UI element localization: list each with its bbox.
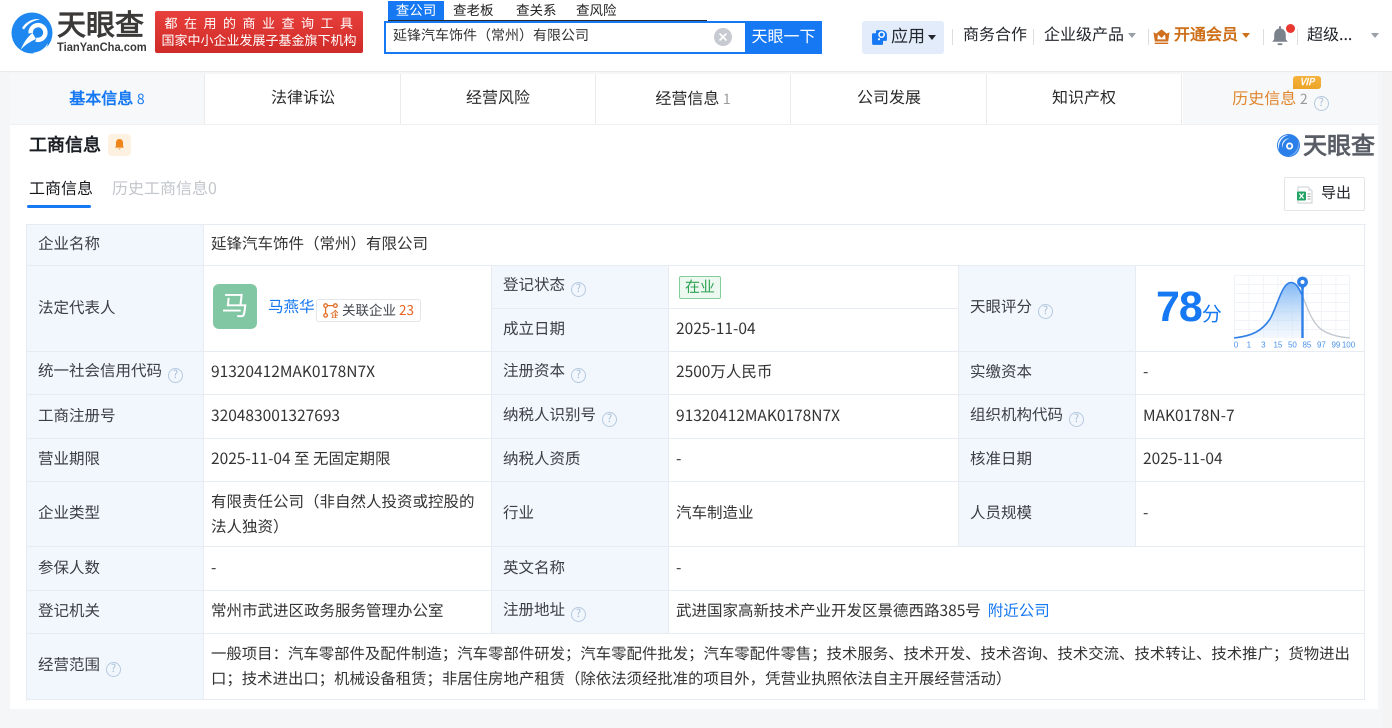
svg-text:3: 3 (1261, 341, 1266, 350)
svg-text:1: 1 (1247, 341, 1252, 350)
svg-text:99: 99 (1331, 341, 1340, 350)
svg-text:85: 85 (1302, 341, 1311, 350)
svg-text:97: 97 (1317, 341, 1326, 350)
svg-text:50: 50 (1288, 341, 1297, 350)
svg-text:企: 企 (330, 309, 339, 318)
svg-text:15: 15 (1273, 341, 1282, 350)
svg-text:100: 100 (1342, 341, 1356, 350)
svg-text:0: 0 (1234, 341, 1239, 350)
